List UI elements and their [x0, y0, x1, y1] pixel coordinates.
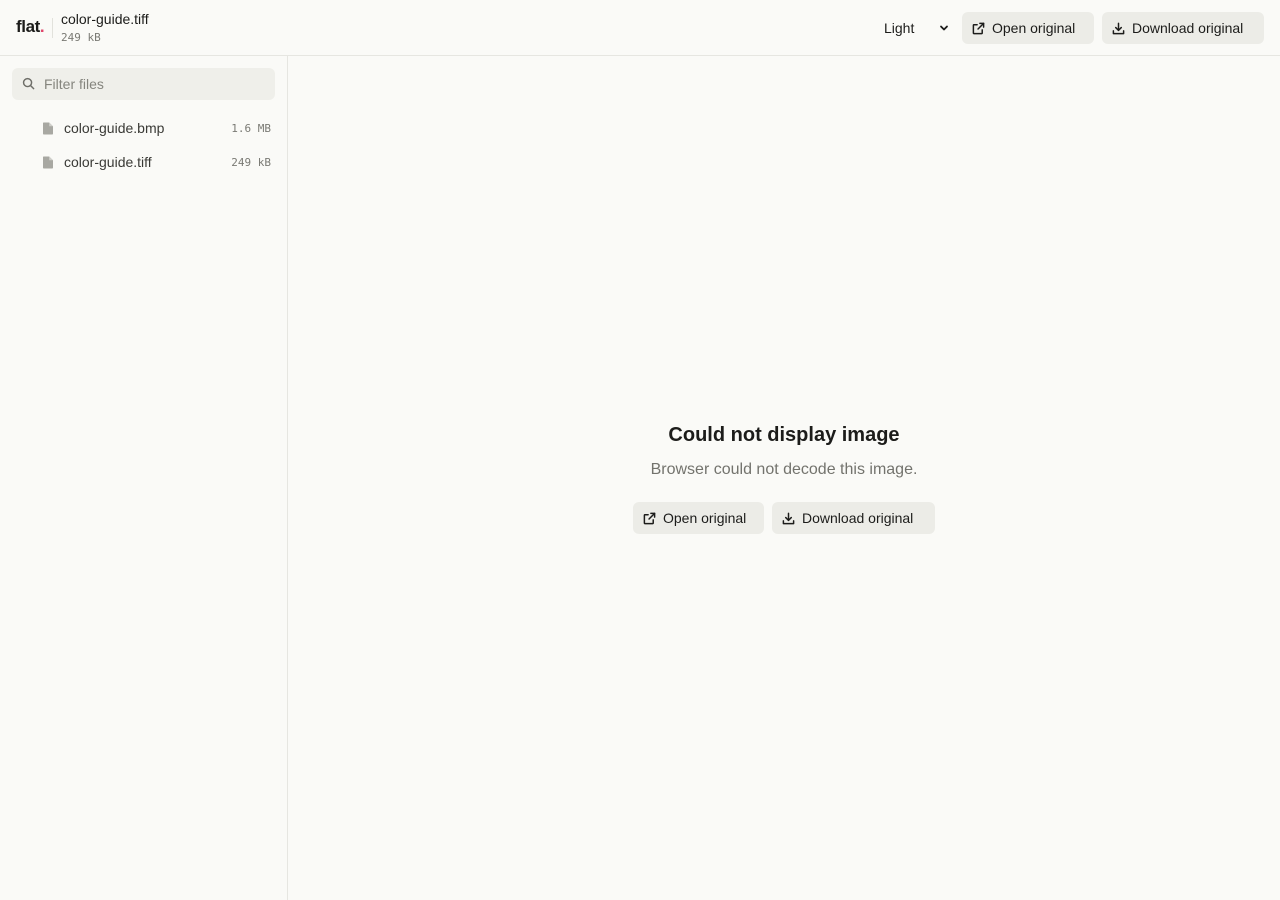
logo-text: flat	[16, 17, 40, 36]
file-list-item-tiff[interactable]: color-guide.tiff 249 kB	[0, 145, 287, 179]
open-original-label: Open original	[992, 20, 1076, 36]
logo: flat.	[16, 17, 45, 37]
file-size: 1.6 MB	[231, 122, 271, 135]
download-icon	[782, 512, 795, 524]
open-original-label: Open original	[663, 510, 747, 526]
file-size: 249 kB	[231, 156, 271, 169]
page-file-size: 249 kB	[61, 31, 101, 44]
theme-select-value: Light	[884, 20, 915, 36]
file-name: color-guide.tiff	[64, 154, 152, 170]
external-link-icon	[643, 512, 656, 524]
theme-select[interactable]: Light	[876, 14, 956, 42]
title-divider	[52, 18, 53, 38]
chevron-down-icon	[940, 25, 948, 31]
download-original-label: Download original	[1132, 20, 1244, 36]
download-original-button[interactable]: Download original	[1102, 12, 1264, 44]
logo-dot: .	[39, 17, 45, 36]
app-root: flat. color-guide.tiff 249 kB Light Open…	[0, 0, 1280, 900]
download-original-label: Download original	[802, 510, 914, 526]
top-bar: flat. color-guide.tiff 249 kB Light Open…	[0, 0, 1280, 56]
file-icon	[43, 122, 53, 135]
file-list: color-guide.bmp 1.6 MB color-guide.tiff …	[0, 111, 287, 179]
open-original-button[interactable]: Open original	[962, 12, 1094, 44]
file-list-item-bmp[interactable]: color-guide.bmp 1.6 MB	[0, 111, 287, 145]
error-title: Could not display image	[668, 424, 900, 446]
preview-area: Could not display image Browser could no…	[288, 56, 1280, 900]
external-link-icon	[972, 22, 985, 34]
page-title: color-guide.tiff	[61, 11, 149, 27]
file-name: color-guide.bmp	[64, 120, 165, 136]
file-icon	[43, 156, 53, 169]
search-input[interactable]	[44, 68, 269, 100]
error-description: Browser could not decode this image.	[650, 461, 918, 478]
sidebar: color-guide.bmp 1.6 MB color-guide.tiff …	[0, 56, 288, 900]
download-original-button[interactable]: Download original	[772, 502, 935, 534]
search-box	[12, 68, 275, 100]
search-icon	[22, 77, 35, 90]
open-original-button[interactable]: Open original	[633, 502, 764, 534]
download-icon	[1112, 22, 1125, 34]
